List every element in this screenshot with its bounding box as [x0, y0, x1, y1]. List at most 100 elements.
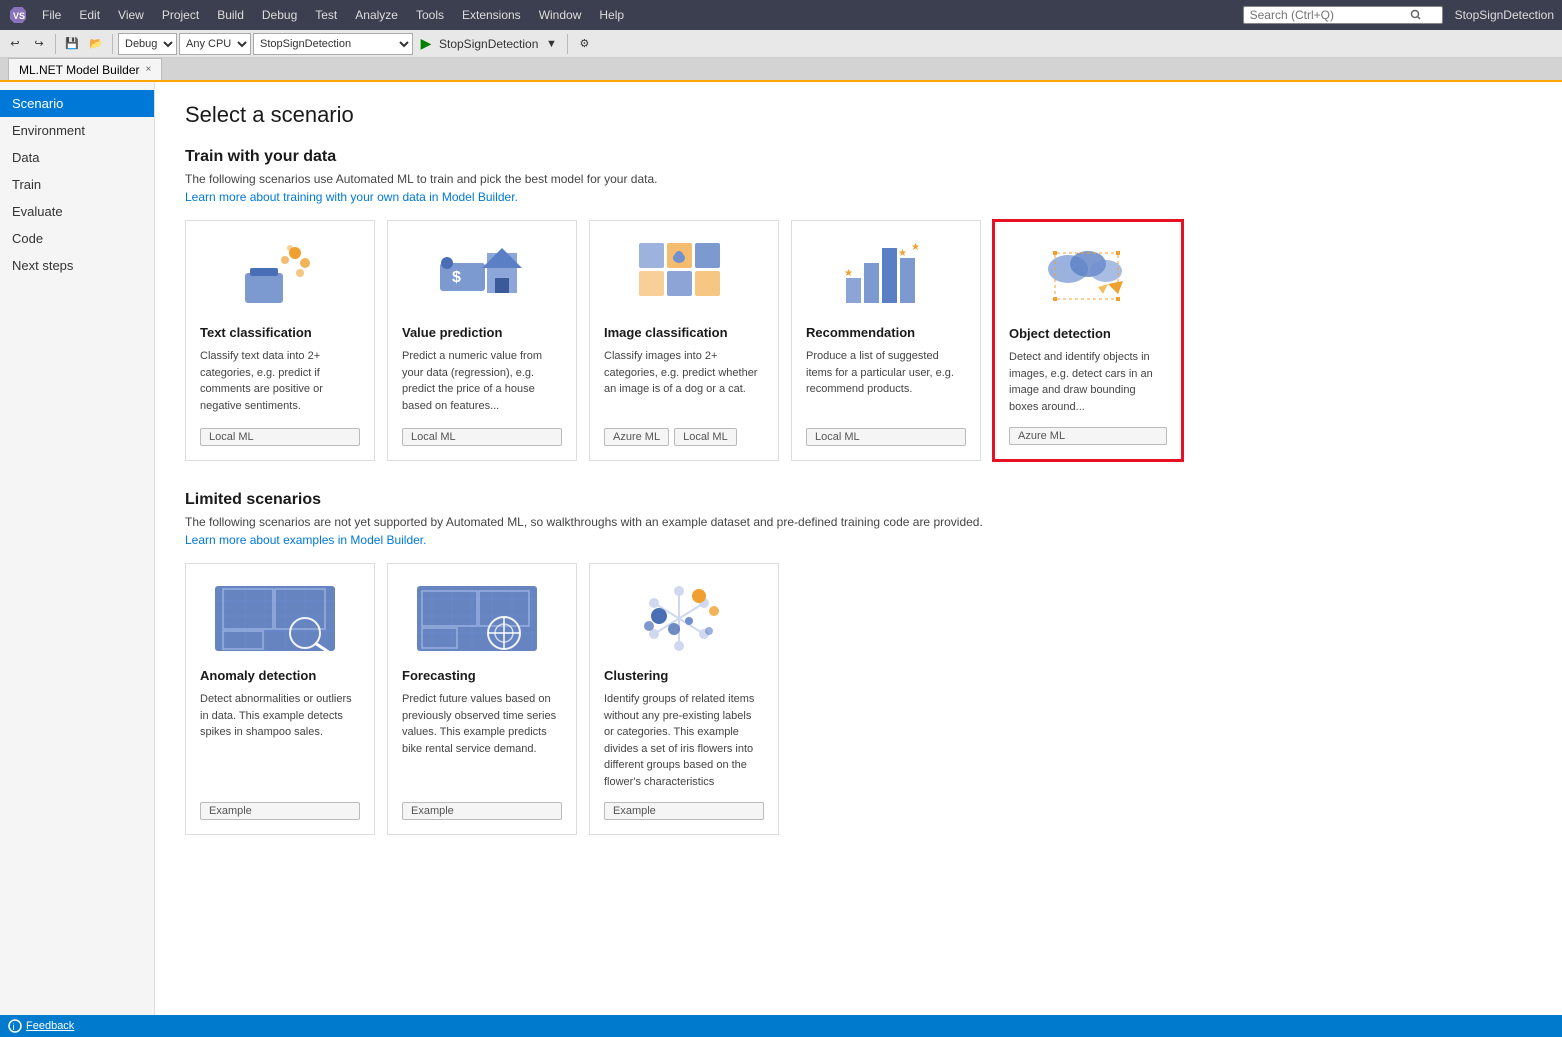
tab-label: ML.NET Model Builder: [19, 63, 140, 77]
limited-section-title: Limited scenarios: [185, 491, 1532, 509]
card-object-detection-title: Object detection: [1009, 326, 1167, 341]
feedback-label[interactable]: Feedback: [26, 1020, 74, 1032]
model-builder-tab[interactable]: ML.NET Model Builder ×: [8, 58, 162, 80]
run-label: StopSignDetection: [439, 37, 538, 51]
svg-text:★: ★: [844, 268, 853, 279]
toolbar-sep-2: [112, 34, 113, 54]
card-text-classification-badge: Local ML: [200, 428, 360, 446]
card-value-prediction-desc: Predict a numeric value from your data (…: [402, 348, 562, 416]
card-clustering-badge: Example: [604, 802, 764, 820]
toolbar-save[interactable]: 💾: [61, 33, 83, 55]
limited-section: Limited scenarios The following scenario…: [185, 491, 1532, 835]
toolbar-open[interactable]: 📂: [85, 33, 107, 55]
forecasting-icon: [402, 578, 562, 658]
menu-file[interactable]: File: [34, 6, 69, 24]
search-box[interactable]: [1243, 6, 1443, 24]
card-forecasting[interactable]: Forecasting Predict future values based …: [387, 563, 577, 835]
limited-section-link[interactable]: Learn more about examples in Model Build…: [185, 533, 1532, 547]
card-recommendation[interactable]: ★ ★ ★ Recommendation Produce a list of s…: [791, 220, 981, 461]
sidebar-item-train[interactable]: Train: [0, 171, 154, 198]
tab-bar: ML.NET Model Builder ×: [0, 58, 1562, 82]
card-forecasting-badge: Example: [402, 802, 562, 820]
sidebar-item-next-steps[interactable]: Next steps: [0, 252, 154, 279]
card-image-classification[interactable]: Image classification Classify images int…: [589, 220, 779, 461]
menu-analyze[interactable]: Analyze: [347, 6, 406, 24]
svg-text:★: ★: [898, 248, 907, 259]
card-object-detection[interactable]: Object detection Detect and identify obj…: [993, 220, 1183, 461]
text-classification-icon: [200, 235, 360, 315]
card-value-prediction-badge: Local ML: [402, 428, 562, 446]
card-recommendation-badge: Local ML: [806, 428, 966, 446]
recommendation-icon: ★ ★ ★: [806, 235, 966, 315]
card-anomaly-detection-badge: Example: [200, 802, 360, 820]
anomaly-detection-icon: [200, 578, 360, 658]
card-clustering[interactable]: Clustering Identify groups of related it…: [589, 563, 779, 835]
card-value-prediction[interactable]: $ Value prediction Predict a numeric val…: [387, 220, 577, 461]
project-select[interactable]: StopSignDetection: [253, 33, 413, 55]
run-button[interactable]: ▶: [415, 33, 437, 55]
menu-extensions[interactable]: Extensions: [454, 6, 529, 24]
card-anomaly-detection-title: Anomaly detection: [200, 668, 360, 683]
train-cards-grid: Text classification Classify text data i…: [185, 220, 1532, 461]
toolbar-undo[interactable]: ↩: [4, 33, 26, 55]
content-area: Select a scenario Train with your data T…: [155, 82, 1562, 1015]
svg-text:VS: VS: [13, 11, 25, 21]
menu-window[interactable]: Window: [531, 6, 590, 24]
app-title: StopSignDetection: [1455, 8, 1554, 22]
card-recommendation-title: Recommendation: [806, 325, 966, 340]
debug-mode-select[interactable]: Debug: [118, 33, 177, 55]
menu-edit[interactable]: Edit: [71, 6, 108, 24]
svg-text:$: $: [452, 269, 461, 286]
clustering-icon: [604, 578, 764, 658]
menu-bar[interactable]: File Edit View Project Build Debug Test …: [34, 6, 632, 24]
sidebar-item-environment[interactable]: Environment: [0, 117, 154, 144]
card-image-classification-desc: Classify images into 2+ categories, e.g.…: [604, 348, 764, 404]
card-forecasting-desc: Predict future values based on previousl…: [402, 691, 562, 790]
card-image-classification-badge-local: Local ML: [674, 428, 737, 446]
title-bar: VS File Edit View Project Build Debug Te…: [0, 0, 1562, 30]
menu-tools[interactable]: Tools: [408, 6, 452, 24]
card-image-classification-badge-azure: Azure ML: [604, 428, 669, 446]
image-classification-icon: [604, 235, 764, 315]
search-input[interactable]: [1250, 8, 1410, 22]
toolbar-sep-1: [55, 34, 56, 54]
svg-text:★: ★: [911, 242, 920, 253]
card-text-classification[interactable]: Text classification Classify text data i…: [185, 220, 375, 461]
feedback-icon: i: [8, 1019, 22, 1033]
menu-project[interactable]: Project: [154, 6, 207, 24]
menu-view[interactable]: View: [110, 6, 152, 24]
card-object-detection-desc: Detect and identify objects in images, e…: [1009, 349, 1167, 415]
value-prediction-icon: $: [402, 235, 562, 315]
card-text-classification-title: Text classification: [200, 325, 360, 340]
vs-logo-icon: VS: [8, 5, 28, 25]
menu-build[interactable]: Build: [209, 6, 252, 24]
page-title: Select a scenario: [185, 102, 1532, 128]
menu-debug[interactable]: Debug: [254, 6, 305, 24]
menu-test[interactable]: Test: [307, 6, 345, 24]
sidebar-item-evaluate[interactable]: Evaluate: [0, 198, 154, 225]
train-section-link[interactable]: Learn more about training with your own …: [185, 190, 1532, 204]
tab-close-btn[interactable]: ×: [146, 64, 152, 75]
card-forecasting-title: Forecasting: [402, 668, 562, 683]
object-detection-icon: [1009, 236, 1167, 316]
train-section: Train with your data The following scena…: [185, 148, 1532, 461]
search-icon: [1410, 9, 1422, 21]
sidebar-item-scenario[interactable]: Scenario: [0, 90, 154, 117]
card-image-classification-badges: Azure ML Local ML: [604, 416, 764, 446]
menu-help[interactable]: Help: [591, 6, 632, 24]
card-object-detection-badge: Azure ML: [1009, 427, 1167, 445]
sidebar-item-code[interactable]: Code: [0, 225, 154, 252]
main-layout: Scenario Environment Data Train Evaluate…: [0, 82, 1562, 1015]
card-anomaly-detection[interactable]: Anomaly detection Detect abnormalities o…: [185, 563, 375, 835]
toolbar-redo[interactable]: ↪: [28, 33, 50, 55]
card-anomaly-detection-desc: Detect abnormalities or outliers in data…: [200, 691, 360, 790]
toolbar-extra[interactable]: ⚙: [573, 33, 595, 55]
card-recommendation-desc: Produce a list of suggested items for a …: [806, 348, 966, 416]
sidebar-item-data[interactable]: Data: [0, 144, 154, 171]
toolbar-more[interactable]: ▼: [540, 33, 562, 55]
card-clustering-title: Clustering: [604, 668, 764, 683]
toolbar-sep-3: [567, 34, 568, 54]
cpu-select[interactable]: Any CPU: [179, 33, 251, 55]
card-text-classification-desc: Classify text data into 2+ categories, e…: [200, 348, 360, 416]
limited-section-desc: The following scenarios are not yet supp…: [185, 515, 1532, 529]
